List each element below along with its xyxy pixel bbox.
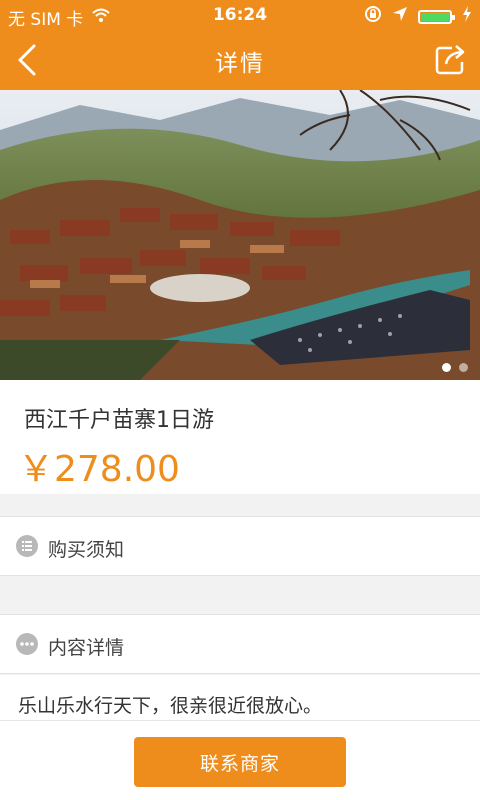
status-bar: 无 SIM 卡 16:24 [0,0,480,30]
charging-icon [462,6,472,27]
carousel-dot[interactable] [459,363,468,372]
banner-image [0,90,480,380]
share-button[interactable] [430,40,470,80]
page-title: 详情 [215,51,265,77]
bottom-bar: 联系商家 [0,720,480,800]
product-price: ￥278.00 [18,449,180,490]
location-arrow-icon [392,6,408,27]
carousel-dot[interactable] [442,363,451,372]
carousel-dots[interactable] [442,363,468,372]
product-info: 西江千户苗寨1日游 ￥278.00 [0,380,480,494]
banner-carousel[interactable] [0,90,480,380]
contact-merchant-button[interactable]: 联系商家 [134,737,346,787]
purchase-notes-row[interactable]: 购买须知 [0,516,480,576]
purchase-notes-label: 购买须知 [48,539,125,561]
more-icon [16,633,38,655]
content-details-row[interactable]: 内容详情 [0,614,480,674]
rotation-lock-icon [364,5,382,28]
status-right [364,5,472,28]
share-icon [435,45,465,75]
battery-fill [421,12,449,21]
nav-bar: 详情 [0,30,480,90]
content-text: 乐山乐水行天下，很亲很近很放心。 [18,695,323,717]
list-icon [16,535,38,557]
battery-icon [418,9,455,24]
content-details-label: 内容详情 [48,637,125,659]
product-title: 西江千户苗寨1日游 [24,408,214,433]
content-body: 乐山乐水行天下，很亲很近很放心。 [0,675,480,720]
